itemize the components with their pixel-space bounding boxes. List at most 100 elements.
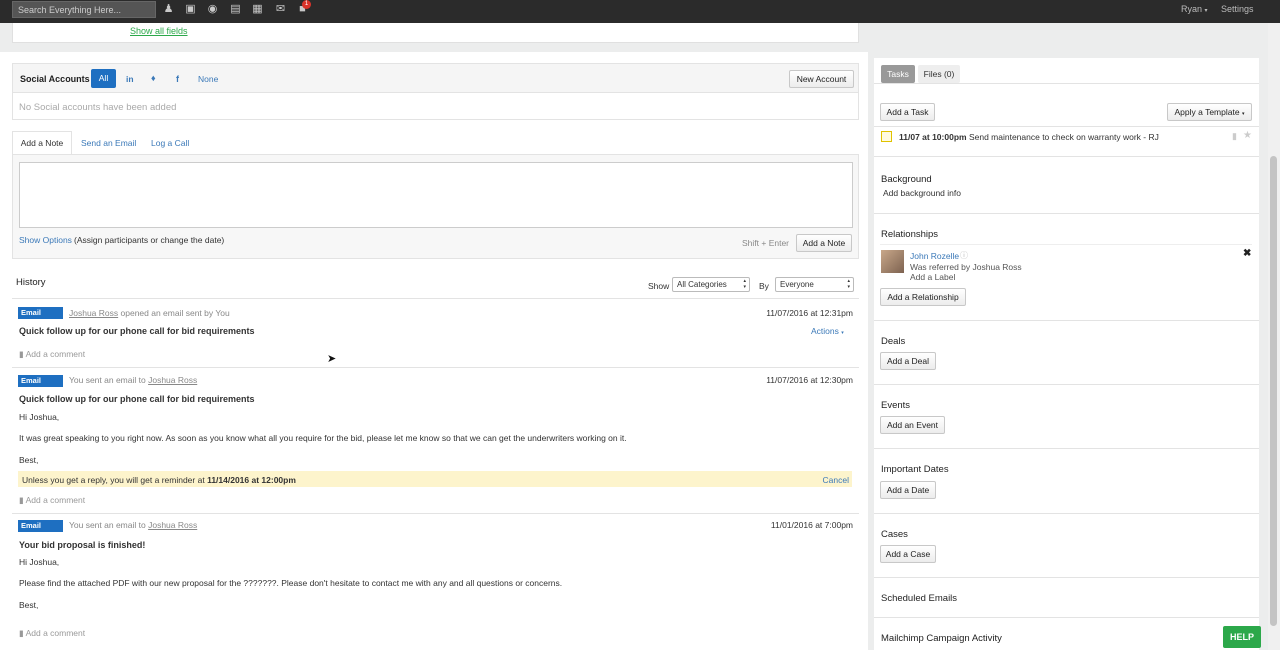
scrollbar-thumb[interactable]: [1270, 156, 1277, 626]
add-comment-link[interactable]: ▮ Add a comment: [19, 495, 85, 506]
by-label: By: [759, 281, 769, 291]
note-textarea[interactable]: [19, 162, 853, 228]
events-title: Events: [881, 400, 911, 411]
cancel-reminder-link[interactable]: Cancel: [823, 475, 849, 485]
apply-template-button[interactable]: Apply a Template ▾: [1167, 103, 1252, 121]
right-sidebar: Tasks Files (0) Add a Task Apply a Templ…: [874, 58, 1259, 650]
entry-contact-link[interactable]: Joshua Ross: [148, 520, 197, 530]
show-label: Show: [648, 281, 670, 291]
task-text[interactable]: Send maintenance to check on warranty wo…: [969, 132, 1159, 142]
show-all-fields-link[interactable]: Show all fields: [130, 26, 188, 36]
important-dates-title: Important Dates: [881, 464, 949, 475]
actions-menu[interactable]: Actions ▾: [811, 326, 844, 336]
add-task-button[interactable]: Add a Task: [880, 103, 935, 121]
comment-icon: ▮: [19, 495, 24, 505]
top-navigation-bar: Search Everything Here... ♟ ▣ ◉ ▤ ▦ ✉ ■ …: [0, 0, 1280, 23]
help-button[interactable]: HELP: [1223, 626, 1261, 648]
add-label-link[interactable]: Add a Label: [910, 272, 955, 282]
notification-badge: 1: [302, 0, 311, 9]
history-entry: Email You sent an email to Joshua Ross 1…: [12, 368, 859, 513]
person-select[interactable]: Everyone: [775, 277, 854, 292]
history-entry: Email You sent an email to Joshua Ross 1…: [12, 514, 859, 650]
calendar-icon[interactable]: ▦: [251, 3, 264, 16]
add-case-button[interactable]: Add a Case: [880, 545, 936, 563]
category-select[interactable]: All Categories: [672, 277, 750, 292]
relationship-name-link[interactable]: John Rozelle: [910, 251, 959, 261]
email-tag: Email: [18, 307, 63, 319]
entry-date: 11/07/2016 at 12:31pm: [766, 308, 853, 318]
new-account-button[interactable]: New Account: [789, 70, 854, 88]
history-entry: Email Joshua Ross opened an email sent b…: [12, 299, 859, 367]
entry-contact-link[interactable]: Joshua Ross: [69, 308, 118, 318]
mailchimp-title: Mailchimp Campaign Activity: [881, 633, 1002, 644]
contact-fields-panel: Show all fields: [12, 23, 859, 43]
comment-icon: ▮: [19, 349, 24, 359]
entry-action: You sent an email to: [69, 375, 146, 385]
add-comment-link[interactable]: ▮ Add a comment: [19, 628, 85, 639]
history-title: History: [16, 277, 46, 288]
social-empty-text: No Social accounts have been added: [19, 102, 177, 113]
tab-send-email[interactable]: Send an Email: [81, 138, 136, 148]
email-tag: Email: [18, 375, 63, 387]
filter-twitter-icon[interactable]: ♦: [151, 73, 156, 83]
entry-action: You sent an email to: [69, 520, 146, 530]
filter-linkedin[interactable]: in: [126, 74, 134, 84]
entry-closing: Best,: [19, 600, 39, 610]
add-relationship-button[interactable]: Add a Relationship: [880, 288, 966, 306]
filter-none[interactable]: None: [198, 74, 218, 84]
entry-action: opened an email sent by You: [120, 308, 230, 318]
scheduled-emails-title: Scheduled Emails: [881, 593, 958, 604]
tab-log-call[interactable]: Log a Call: [151, 138, 189, 148]
tab-files[interactable]: Files (0): [918, 65, 960, 83]
entry-greeting: Hi Joshua,: [19, 557, 60, 567]
add-comment-link[interactable]: ▮ Add a comment: [19, 349, 85, 360]
money-bag-icon[interactable]: ◉: [206, 3, 219, 16]
entry-subject[interactable]: Quick follow up for our phone call for b…: [19, 394, 255, 404]
task-comment-icon[interactable]: ▮: [1232, 131, 1237, 142]
company-icon[interactable]: ▣: [184, 3, 197, 16]
social-accounts-title: Social Accounts: [20, 74, 90, 84]
settings-link[interactable]: Settings: [1221, 4, 1254, 14]
email-tag: Email: [18, 520, 63, 532]
deals-title: Deals: [881, 336, 906, 347]
mail-icon[interactable]: ✉: [274, 3, 287, 16]
mouse-cursor: ➤: [327, 353, 337, 365]
add-event-button[interactable]: Add an Event: [880, 416, 945, 434]
entry-date: 11/07/2016 at 12:30pm: [766, 375, 853, 385]
add-deal-button[interactable]: Add a Deal: [880, 352, 936, 370]
social-accounts-panel: Social Accounts All in ♦ f None New Acco…: [12, 63, 859, 120]
briefcase-icon[interactable]: ▤: [229, 3, 242, 16]
cases-title: Cases: [881, 529, 908, 540]
person-icon[interactable]: ♟: [162, 3, 175, 16]
add-background-link[interactable]: Add background info: [883, 188, 961, 198]
add-note-button[interactable]: Add a Note: [796, 234, 852, 252]
options-hint: (Assign participants or change the date): [74, 235, 225, 245]
scrollbar-track[interactable]: [1268, 23, 1280, 650]
entry-date: 11/01/2016 at 7:00pm: [770, 520, 853, 530]
entry-greeting: Hi Joshua,: [19, 412, 60, 422]
note-panel: Show Options (Assign participants or cha…: [12, 154, 859, 259]
add-date-button[interactable]: Add a Date: [880, 481, 936, 499]
reminder-text: Unless you get a reply, you will get a r…: [22, 475, 205, 485]
remove-relationship-icon[interactable]: ✖: [1243, 248, 1251, 259]
tab-tasks[interactable]: Tasks: [881, 65, 915, 83]
search-input[interactable]: Search Everything Here...: [12, 1, 156, 18]
filter-all[interactable]: All: [91, 69, 116, 88]
task-checkbox[interactable]: [881, 131, 892, 142]
show-options-link[interactable]: Show Options: [19, 235, 72, 245]
task-star-icon[interactable]: ★: [1243, 130, 1252, 141]
tab-add-note[interactable]: Add a Note: [12, 131, 72, 155]
comment-icon: ▮: [19, 628, 24, 638]
entry-subject[interactable]: Your bid proposal is finished!: [19, 540, 145, 550]
filter-facebook[interactable]: f: [176, 74, 179, 84]
relationship-desc: Was referred by Joshua Ross: [910, 262, 1022, 272]
reminder-date: 11/14/2016 at 12:00pm: [207, 475, 296, 485]
user-menu[interactable]: Ryan ▾: [1181, 4, 1208, 14]
task-time: 11/07 at 10:00pm: [899, 132, 967, 142]
entry-subject[interactable]: Quick follow up for our phone call for b…: [19, 326, 255, 336]
entry-contact-link[interactable]: Joshua Ross: [148, 375, 197, 385]
entry-body: It was great speaking to you right now. …: [19, 433, 627, 443]
info-icon: ⓘ: [960, 251, 968, 260]
shortcut-hint: Shift + Enter: [742, 238, 790, 248]
relationships-title: Relationships: [881, 229, 939, 240]
